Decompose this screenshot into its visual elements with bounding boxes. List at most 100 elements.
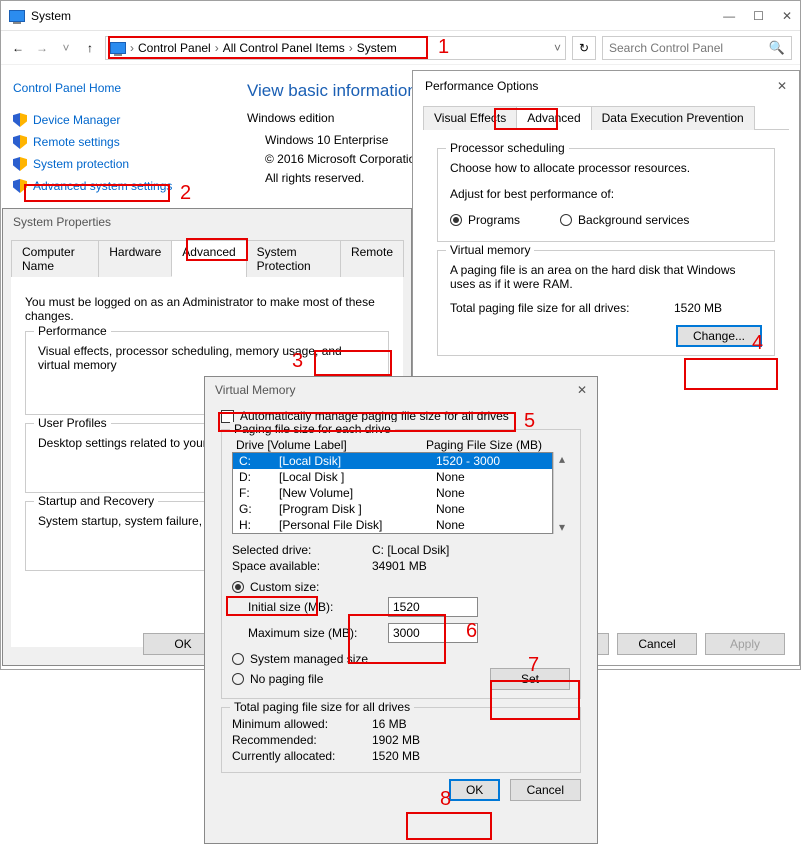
cancel-button[interactable]: Cancel [510, 779, 581, 801]
window-title: System [25, 9, 723, 23]
breadcrumb-dropdown-icon[interactable]: ˅ [554, 41, 561, 55]
minimum-allowed-label: Minimum allowed: [232, 717, 372, 731]
close-icon[interactable]: ✕ [777, 79, 787, 93]
annotation-number-7: 7 [528, 654, 539, 677]
drive-row: D:[Local Disk ]None [233, 469, 552, 485]
radio-system-managed[interactable]: System managed size [232, 650, 570, 668]
annotation-number-3: 3 [292, 350, 303, 373]
tab-computer-name[interactable]: Computer Name [11, 240, 99, 277]
recommended-value: 1902 MB [372, 733, 420, 747]
group-processor-scheduling: Processor scheduling Choose how to alloc… [437, 148, 775, 242]
radio-background-services[interactable]: Background services [560, 211, 689, 229]
computer-icon [110, 42, 126, 54]
dialog-title: System Properties [3, 209, 411, 235]
windows-edition-name: Windows 10 Enterprise [265, 131, 435, 150]
breadcrumb-item[interactable]: System [357, 41, 397, 55]
up-icon[interactable]: ↑ [81, 41, 99, 55]
vm-description: A paging file is an area on the hard dis… [450, 263, 762, 291]
computer-icon [9, 10, 25, 22]
page-heading: View basic information [247, 81, 435, 101]
tab-visual-effects[interactable]: Visual Effects [423, 106, 517, 130]
shield-icon [13, 157, 27, 171]
address-bar: ← → ˅ ↑ › Control Panel › All Control Pa… [1, 31, 800, 65]
vm-change-button[interactable]: Change... [676, 325, 762, 347]
sidebar-item-remote-settings[interactable]: Remote settings [13, 131, 219, 153]
control-panel-home-link[interactable]: Control Panel Home [13, 81, 219, 95]
tab-remote[interactable]: Remote [340, 240, 404, 277]
sidebar-item-device-manager[interactable]: Device Manager [13, 109, 219, 131]
virtual-memory-dialog: Virtual Memory ✕ Automatically manage pa… [204, 376, 598, 844]
maximum-size-input[interactable] [388, 623, 478, 643]
tab-dep[interactable]: Data Execution Prevention [591, 106, 755, 130]
forward-icon: → [33, 41, 51, 55]
recommended-label: Recommended: [232, 733, 372, 747]
maximize-icon[interactable]: ☐ [753, 9, 764, 23]
titlebar: System — ☐ ✕ [1, 1, 800, 31]
breadcrumb-item[interactable]: Control Panel [138, 41, 211, 55]
selected-drive-label: Selected drive: [232, 543, 372, 557]
adjust-label: Adjust for best performance of: [450, 187, 762, 201]
sidebar-item-system-protection[interactable]: System protection [13, 153, 219, 175]
drive-row: C:[Local Dsik]1520 - 3000 [233, 453, 552, 469]
close-icon[interactable]: ✕ [577, 383, 587, 397]
minimum-allowed-value: 16 MB [372, 717, 407, 731]
radio-custom-size[interactable]: Custom size: [232, 578, 570, 596]
initial-size-label: Initial size (MB): [248, 600, 388, 614]
chevron-right-icon[interactable]: › [213, 41, 221, 55]
breadcrumb[interactable]: › Control Panel › All Control Panel Item… [105, 36, 566, 60]
admin-note: You must be logged on as an Administrato… [25, 295, 389, 323]
shield-icon [13, 113, 27, 127]
radio-programs[interactable]: Programs [450, 211, 520, 229]
left-nav-pane: Control Panel Home Device Manager Remote… [1, 65, 231, 213]
cancel-button[interactable]: Cancel [617, 633, 697, 655]
minimize-icon[interactable]: — [723, 9, 735, 23]
drive-row: F:[New Volume]None [233, 485, 552, 501]
size-header: Paging File Size (MB) [426, 438, 566, 452]
refresh-button[interactable]: ↻ [572, 36, 596, 60]
tab-advanced[interactable]: Advanced [171, 240, 246, 277]
drive-list[interactable]: C:[Local Dsik]1520 - 3000 D:[Local Disk … [232, 452, 553, 534]
close-icon[interactable]: ✕ [782, 9, 792, 23]
annotation-number-8: 8 [440, 788, 451, 811]
back-icon[interactable]: ← [9, 41, 27, 55]
apply-button[interactable]: Apply [705, 633, 785, 655]
tabstrip: Computer Name Hardware Advanced System P… [11, 239, 403, 277]
space-available-value: 34901 MB [372, 559, 427, 573]
dialog-title: Virtual Memory [215, 383, 295, 397]
search-input[interactable]: Search Control Panel 🔍 [602, 36, 792, 60]
total-pfs-legend: Total paging file size for all drives [230, 700, 414, 714]
tab-hardware[interactable]: Hardware [98, 240, 172, 277]
search-icon: 🔍 [769, 40, 785, 56]
currently-allocated-label: Currently allocated: [232, 749, 372, 763]
pfs-each-drive-legend: Paging file size for each drive [230, 422, 395, 436]
tab-system-protection[interactable]: System Protection [246, 240, 341, 277]
chevron-right-icon[interactable]: › [128, 41, 136, 55]
dialog-title: Performance Options [425, 79, 538, 93]
scrollbar[interactable]: ▴▾ [553, 452, 570, 534]
shield-icon [13, 179, 27, 193]
maximum-size-label: Maximum size (MB): [248, 626, 388, 640]
tab-advanced[interactable]: Advanced [516, 106, 591, 130]
ok-button[interactable]: OK [449, 779, 500, 801]
chevron-right-icon[interactable]: › [347, 41, 355, 55]
annotation-number-5: 5 [524, 410, 535, 433]
shield-icon [13, 135, 27, 149]
section-windows-edition: Windows edition [247, 111, 435, 125]
performance-description: Visual effects, processor scheduling, me… [38, 344, 376, 372]
annotation-number-4: 4 [752, 332, 763, 355]
copyright-text: © 2016 Microsoft Corporation. All rights… [265, 150, 435, 188]
selected-drive-value: C: [Local Dsik] [372, 543, 449, 557]
vm-total-label: Total paging file size for all drives: [450, 301, 629, 315]
recent-dropdown-icon[interactable]: ˅ [57, 41, 75, 55]
drive-header: Drive [Volume Label] [236, 438, 426, 452]
annotation-number-1: 1 [438, 36, 449, 59]
space-available-label: Space available: [232, 559, 372, 573]
search-placeholder: Search Control Panel [609, 41, 723, 55]
initial-size-input[interactable] [388, 597, 478, 617]
annotation-number-6: 6 [466, 620, 477, 643]
radio-no-paging-file[interactable]: No paging file [232, 670, 323, 688]
breadcrumb-item[interactable]: All Control Panel Items [223, 41, 345, 55]
group-virtual-memory: Virtual memory A paging file is an area … [437, 250, 775, 356]
currently-allocated-value: 1520 MB [372, 749, 420, 763]
drive-row: G:[Program Disk ]None [233, 501, 552, 517]
